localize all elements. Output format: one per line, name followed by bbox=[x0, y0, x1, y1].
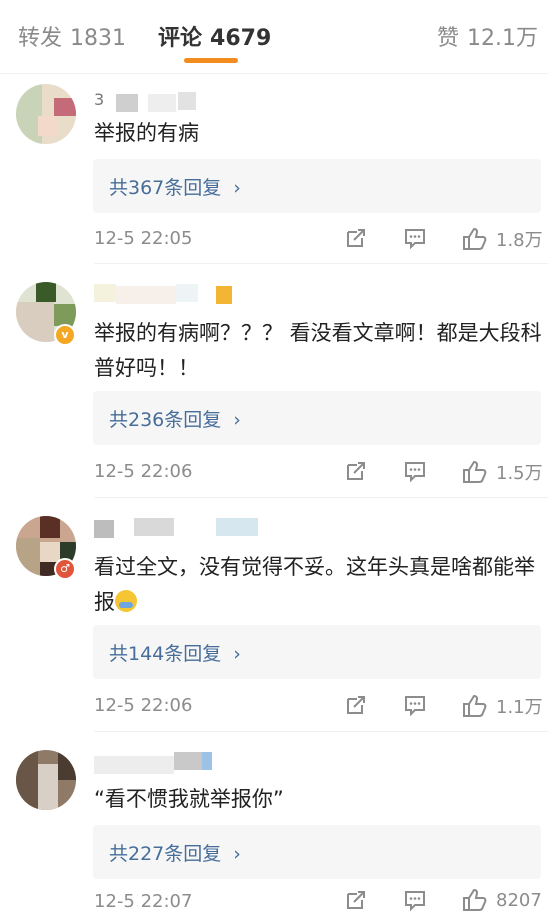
like-icon bbox=[463, 694, 487, 717]
comment-text: 举报的有病啊？？？ 看没看文章啊！都是大段科普好吗！！ bbox=[94, 321, 542, 380]
reply-count-text: 共236条回复 bbox=[109, 409, 222, 431]
like-button[interactable]: 1.5万 bbox=[462, 459, 543, 485]
tab-likes-count: 12.1万 bbox=[467, 26, 538, 51]
like-icon bbox=[463, 460, 487, 483]
avatar[interactable] bbox=[16, 750, 76, 810]
like-button[interactable]: 1.1万 bbox=[462, 693, 543, 719]
emoji-icon bbox=[115, 590, 137, 612]
comment-icon[interactable] bbox=[403, 459, 427, 483]
reply-summary[interactable]: 共227条回复 › bbox=[93, 825, 541, 879]
comment-text: 看过全文，没有觉得不妥。这年头真是啥都能举报 bbox=[94, 550, 544, 620]
comment-time: 12-5 22:06 bbox=[94, 695, 193, 716]
chevron-right-icon: › bbox=[233, 409, 241, 431]
reply-count-text: 共367条回复 bbox=[109, 177, 222, 199]
tab-repost-label: 转发 bbox=[18, 26, 63, 51]
share-icon[interactable] bbox=[344, 226, 368, 250]
comment-time: 12-5 22:06 bbox=[94, 461, 193, 482]
tab-comments-label: 评论 bbox=[158, 26, 203, 51]
chevron-right-icon: › bbox=[233, 643, 241, 665]
like-count: 1.1万 bbox=[496, 697, 543, 718]
username-text: 3 bbox=[94, 90, 105, 109]
reply-count-text: 共227条回复 bbox=[109, 843, 222, 865]
tabs-divider bbox=[0, 73, 548, 74]
like-button[interactable]: 8207 bbox=[462, 888, 542, 912]
member-badge-icon: ♂ bbox=[54, 558, 76, 580]
like-count: 8207 bbox=[496, 889, 542, 911]
tab-likes-label: 赞 bbox=[436, 26, 459, 51]
share-icon[interactable] bbox=[344, 693, 368, 717]
reply-summary[interactable]: 共367条回复 › bbox=[93, 159, 541, 213]
like-button[interactable]: 1.8万 bbox=[462, 226, 543, 252]
comment-tabs: 转发 1831 评论 4679 赞 12.1万 bbox=[0, 0, 548, 74]
comment-divider bbox=[94, 497, 548, 498]
reply-summary[interactable]: 共236条回复 › bbox=[93, 391, 541, 445]
like-count: 1.5万 bbox=[496, 463, 543, 484]
tab-likes[interactable]: 赞 12.1万 bbox=[437, 20, 538, 52]
comment-item: 3 举报的有病 共367条回复 › 12-5 22:05 1.8万 bbox=[0, 84, 548, 264]
comment-icon[interactable] bbox=[403, 693, 427, 717]
chevron-right-icon: › bbox=[233, 177, 241, 199]
comment-item: “看不惯我就举报你” 共227条回复 › 12-5 22:07 8207 bbox=[0, 744, 548, 912]
share-icon[interactable] bbox=[344, 888, 368, 912]
tab-repost-count: 1831 bbox=[70, 26, 127, 51]
avatar[interactable] bbox=[16, 84, 76, 144]
comment-divider bbox=[94, 731, 548, 732]
verified-badge-icon: v bbox=[54, 324, 76, 346]
active-tab-indicator bbox=[184, 58, 238, 63]
tab-comments[interactable]: 评论 4679 bbox=[158, 20, 271, 52]
like-count: 1.8万 bbox=[496, 230, 543, 251]
comment-time: 12-5 22:05 bbox=[94, 228, 193, 249]
comment-text: “看不惯我就举报你” bbox=[94, 787, 284, 811]
tab-comments-count: 4679 bbox=[210, 26, 272, 51]
comment-text-content: 看过全文，没有觉得不妥。这年头真是啥都能举报 bbox=[94, 555, 535, 614]
reply-count-text: 共144条回复 bbox=[109, 643, 222, 665]
like-icon bbox=[463, 888, 487, 911]
share-icon[interactable] bbox=[344, 459, 368, 483]
comment-text: 举报的有病 bbox=[94, 121, 199, 145]
tab-repost[interactable]: 转发 1831 bbox=[18, 20, 126, 52]
chevron-right-icon: › bbox=[233, 843, 241, 865]
comment-item: v 举报的有病啊？？？ 看没看文章啊！都是大段科普好吗！！ 共236条回复 › 1… bbox=[0, 276, 548, 500]
like-icon bbox=[463, 227, 487, 250]
comment-item: ♂ 看过全文，没有觉得不妥。这年头真是啥都能举报 共144条回复 › 12-5 2… bbox=[0, 510, 548, 734]
reply-summary[interactable]: 共144条回复 › bbox=[93, 625, 541, 679]
comment-icon[interactable] bbox=[403, 888, 427, 912]
comment-icon[interactable] bbox=[403, 226, 427, 250]
comment-divider bbox=[94, 263, 548, 264]
